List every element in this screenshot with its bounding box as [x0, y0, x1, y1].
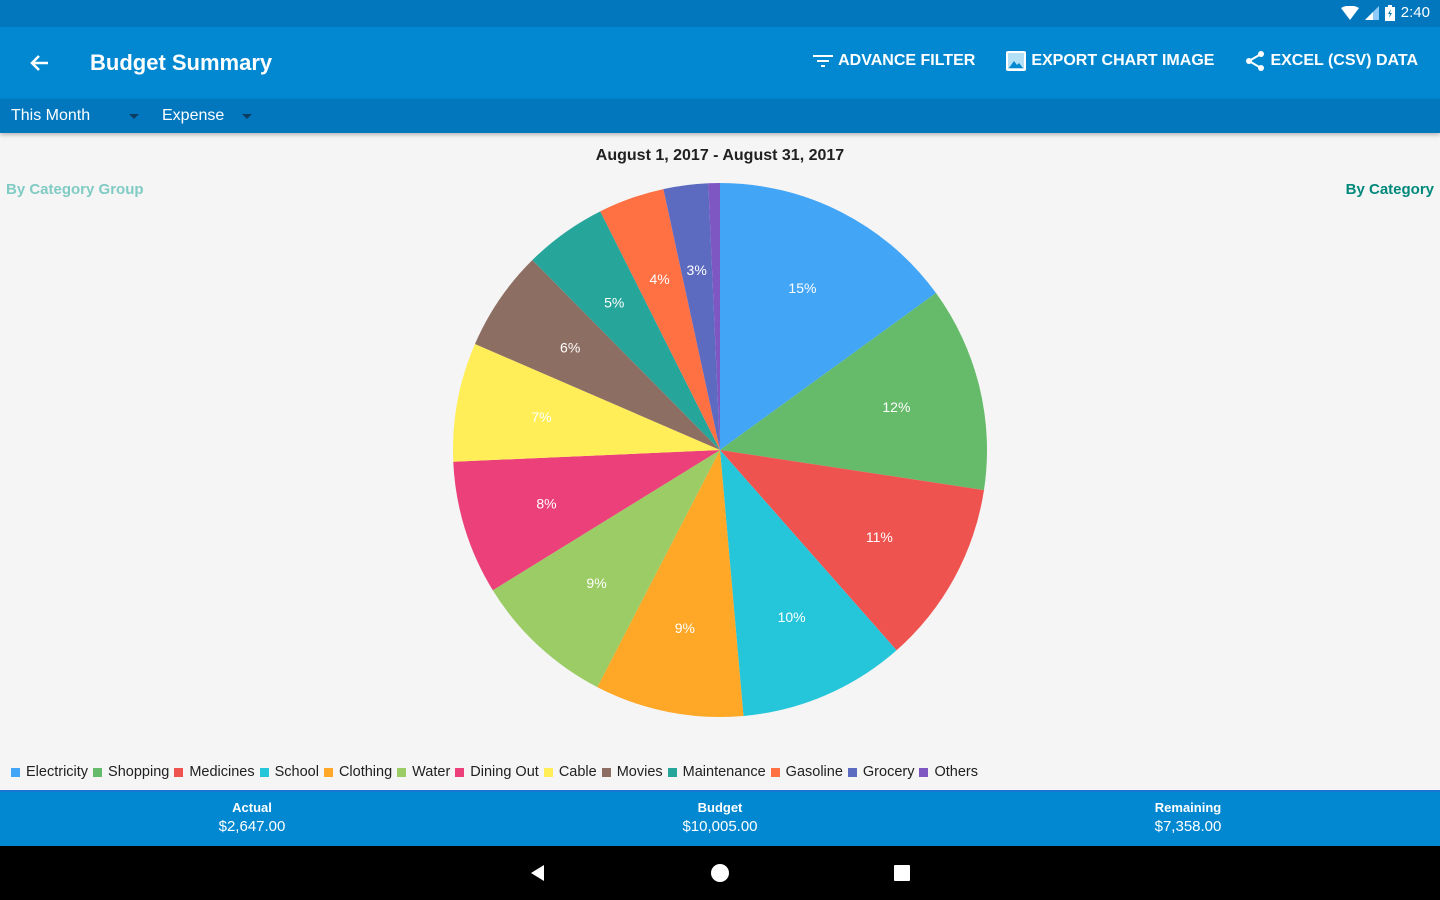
- legend-item: Others: [919, 764, 978, 780]
- legend-label: Water: [412, 764, 451, 780]
- slice-label: 11%: [866, 529, 893, 545]
- actual-summary: Actual $2,647.00: [102, 800, 402, 835]
- slice-label: 15%: [788, 280, 816, 296]
- slice-label: 3%: [687, 262, 707, 278]
- legend-label: Clothing: [338, 764, 393, 780]
- legend-label: Shopping: [108, 764, 170, 780]
- legend-label: Electricity: [26, 764, 89, 780]
- slice-label: 10%: [778, 609, 806, 625]
- chart-legend: Electricity Shopping Medicines School Clothi…: [11, 764, 983, 780]
- legend-swatch: [543, 767, 553, 777]
- legend-item: Shopping: [93, 764, 169, 780]
- slice-label: 5%: [604, 294, 624, 310]
- legend-swatch: [93, 767, 103, 777]
- legend-label: Gasoline: [785, 764, 843, 780]
- legend-item: Medicines: [174, 764, 255, 780]
- legend-label: Medicines: [189, 764, 255, 780]
- legend-item: Movies: [601, 764, 663, 780]
- legend-swatch: [601, 767, 611, 777]
- legend-swatch: [259, 767, 269, 777]
- legend-label: Grocery: [862, 764, 915, 780]
- slice-label: 6%: [560, 339, 580, 355]
- legend-swatch: [323, 767, 333, 777]
- remaining-label: Remaining: [1154, 800, 1222, 815]
- legend-item: Electricity: [11, 764, 88, 780]
- actual-value: $2,647.00: [218, 818, 286, 835]
- legend-swatch: [667, 767, 677, 777]
- legend-item: School: [259, 764, 319, 780]
- budget-label: Budget: [697, 800, 743, 815]
- legend-item: Gasoline: [770, 764, 843, 780]
- actual-label: Actual: [232, 800, 272, 815]
- legend-swatch: [11, 767, 20, 777]
- pie-chart: 15% 12% 11% 10% 9% 9% 8% 7% 6% 5% 4% 3%: [453, 183, 987, 717]
- budget-value: $10,005.00: [682, 818, 758, 835]
- slice-label: 8%: [536, 495, 556, 511]
- remaining-value: $7,358.00: [1154, 818, 1222, 835]
- slice-label: 7%: [531, 409, 551, 425]
- legend-swatch: [174, 767, 184, 777]
- legend-item: Clothing: [323, 764, 393, 780]
- legend-label: Dining Out: [470, 764, 539, 780]
- slice-label: 9%: [675, 620, 695, 636]
- legend-item: Cable: [543, 764, 597, 780]
- slice-label: 4%: [649, 271, 669, 287]
- legend-swatch: [455, 767, 465, 777]
- legend-item: Water: [397, 764, 450, 780]
- nav-home-icon[interactable]: [710, 863, 730, 883]
- remaining-summary: Remaining $7,358.00: [1038, 800, 1338, 835]
- legend-label: Cable: [558, 764, 597, 780]
- legend-item: Dining Out: [455, 764, 539, 780]
- slice-label: 12%: [882, 399, 910, 415]
- slice-label: 9%: [586, 575, 606, 591]
- summary-bar: Actual $2,647.00 Budget $10,005.00 Remai…: [0, 790, 1440, 846]
- legend-swatch: [847, 767, 857, 777]
- legend-label: Maintenance: [682, 764, 766, 780]
- legend-item: Grocery: [847, 764, 915, 780]
- legend-swatch: [397, 767, 407, 777]
- legend-swatch: [770, 767, 780, 777]
- legend-label: Movies: [616, 764, 663, 780]
- nav-recents-icon[interactable]: [892, 863, 912, 883]
- legend-label: Others: [934, 764, 978, 780]
- budget-summary: Budget $10,005.00: [570, 800, 870, 835]
- system-nav-bar: [0, 846, 1440, 900]
- legend-swatch: [919, 767, 929, 777]
- legend-item: Maintenance: [667, 764, 766, 780]
- nav-back-icon[interactable]: [528, 863, 548, 883]
- legend-label: School: [274, 764, 319, 780]
